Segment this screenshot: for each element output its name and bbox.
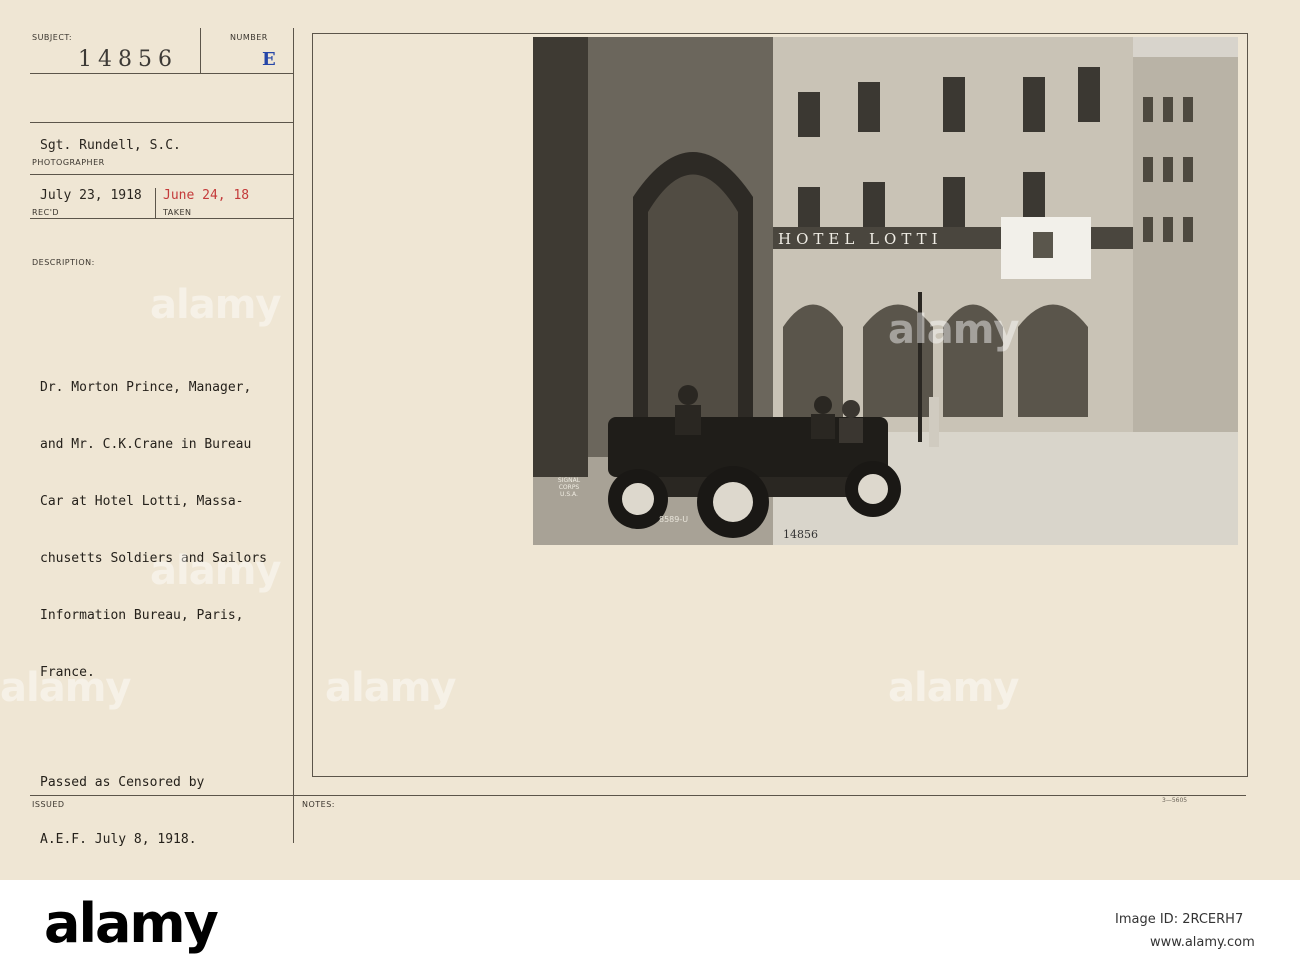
form-code: 3—5605: [1162, 797, 1188, 804]
taken-date: June 24, 18: [163, 188, 250, 203]
subject-number-divider: [200, 28, 201, 74]
subject-label: SUBJECT:: [32, 33, 73, 42]
notes-label: NOTES:: [302, 800, 335, 809]
watermark: alamy: [888, 307, 1019, 353]
watermark: alamy: [150, 548, 281, 594]
watermark: alamy: [0, 665, 131, 711]
censored-line: A.E.F. July 8, 1918.: [40, 832, 197, 847]
censored-line: Passed as Censored by: [40, 775, 205, 790]
description-text: Dr. Morton Prince, Manager, and Mr. C.K.…: [40, 340, 267, 720]
issued-label: ISSUED: [32, 800, 65, 809]
number-value: E: [262, 49, 276, 70]
photographer-name: Sgt. Rundell, S.C.: [40, 138, 181, 153]
description-line: and Mr. C.K.Crane in Bureau: [40, 437, 252, 452]
signal-corps-stamp: SIGNAL CORPS U.S.A.: [557, 477, 581, 498]
image-id: Image ID: 2RCERH7: [1115, 912, 1244, 927]
row-divider: [30, 122, 293, 123]
received-date: July 23, 1918: [40, 188, 142, 203]
hotel-sign: HOTEL LOTTI: [778, 230, 943, 248]
description-label: DESCRIPTION:: [32, 258, 95, 267]
number-label: NUMBER: [230, 33, 268, 42]
description-line: Information Bureau, Paris,: [40, 608, 244, 623]
row-divider: [30, 174, 293, 175]
received-label: REC'D: [32, 208, 60, 217]
description-line: Car at Hotel Lotti, Massa-: [40, 494, 244, 509]
license-plate: 8589-U: [659, 515, 689, 524]
date-divider: [155, 188, 156, 218]
street-scene-illustration: [533, 37, 1238, 545]
row-divider: [30, 73, 293, 74]
watermark: alamy: [150, 282, 281, 328]
description-line: Dr. Morton Prince, Manager,: [40, 380, 252, 395]
subject-value: 14856: [78, 47, 178, 72]
watermark: alamy: [325, 665, 456, 711]
photo-inscription: 14856: [783, 528, 818, 541]
site-url: www.alamy.com: [1150, 935, 1255, 950]
censored-text: Passed as Censored by A.E.F. July 8, 191…: [40, 735, 204, 887]
row-divider: [30, 218, 293, 219]
record-card: SUBJECT: 14856 NUMBER E Sgt. Rundell, S.…: [0, 0, 1300, 880]
left-column-divider: [293, 28, 294, 843]
taken-label: TAKEN: [163, 208, 192, 217]
alamy-logo: alamy: [44, 892, 219, 955]
photograph: HOTEL LOTTI 8589-U SIGNAL CORPS U.S.A. a…: [533, 37, 1238, 545]
photographer-label: PHOTOGRAPHER: [32, 158, 105, 167]
watermark: alamy: [888, 665, 1019, 711]
bottom-divider: [30, 795, 1246, 796]
